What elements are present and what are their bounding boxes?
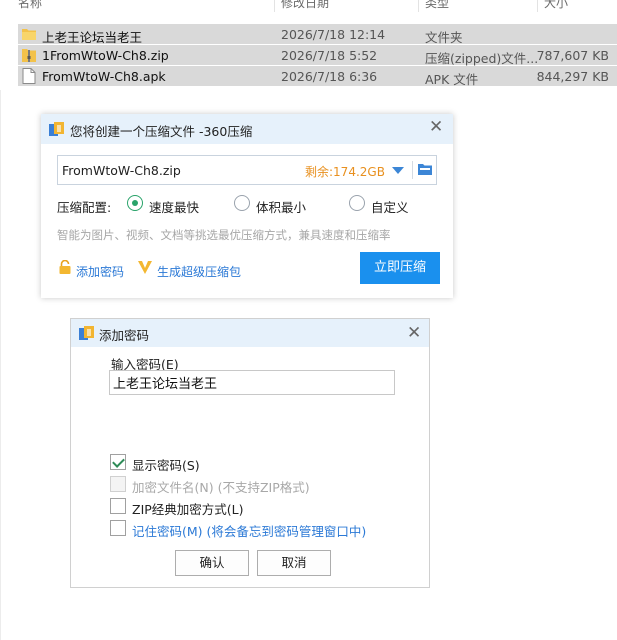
free-space-label: 剩余:174.2GB bbox=[305, 165, 385, 179]
column-header-name[interactable]: 名称 bbox=[18, 0, 42, 11]
show-password-label[interactable]: 显示密码(S) bbox=[132, 455, 200, 474]
output-filename[interactable]: FromWtoW-Ch8.zip bbox=[62, 163, 181, 178]
360zip-app-icon bbox=[79, 326, 94, 340]
zip-classic-encryption-checkbox[interactable] bbox=[110, 498, 126, 514]
column-header-date[interactable]: 修改日期 bbox=[281, 0, 329, 11]
file-icon bbox=[22, 68, 36, 84]
radio-size-smallest[interactable] bbox=[234, 195, 250, 211]
zip-classic-encryption-label[interactable]: ZIP经典加密方式(L) bbox=[132, 499, 244, 518]
browse-folder-icon[interactable] bbox=[418, 163, 432, 176]
encrypt-filenames-checkbox bbox=[110, 476, 126, 492]
column-header-size[interactable]: 大小 bbox=[544, 0, 568, 11]
folder-icon bbox=[22, 29, 36, 40]
file-row-folder[interactable]: 上老王论坛当老王 2026/7/18 12:14 文件夹 bbox=[18, 24, 617, 45]
360zip-app-icon bbox=[49, 122, 64, 136]
column-divider[interactable] bbox=[537, 0, 538, 12]
column-divider[interactable] bbox=[274, 0, 275, 12]
output-path-field[interactable]: FromWtoW-Ch8.zip 剩余:174.2GB bbox=[57, 155, 437, 185]
confirm-button[interactable]: 确认 bbox=[175, 550, 249, 576]
add-password-dialog: 添加密码 ✕ 输入密码(E) 显示密码(S) 加密文件名(N) (不支持ZIP格… bbox=[70, 318, 430, 588]
radio-speed-fastest[interactable] bbox=[127, 195, 143, 211]
file-name: FromWtoW-Ch8.apk bbox=[42, 69, 166, 84]
close-icon[interactable]: ✕ bbox=[407, 324, 421, 342]
password-dialog-title: 添加密码 bbox=[99, 328, 150, 343]
file-size: 844,297 KB bbox=[536, 69, 609, 84]
remember-password-label[interactable]: 记住密码(M) (将会备忘到密码管理窗口中) bbox=[132, 521, 366, 540]
file-date: 2026/7/18 12:14 bbox=[281, 27, 386, 42]
close-icon[interactable]: ✕ bbox=[429, 118, 443, 136]
compress-config-label: 压缩配置: bbox=[57, 200, 112, 215]
file-type: 压缩(zipped)文件... bbox=[425, 51, 539, 66]
column-header-row: 名称 修改日期 类型 大小 bbox=[0, 0, 617, 12]
radio-label-size-smallest[interactable]: 体积最小 bbox=[256, 197, 306, 216]
radio-custom[interactable] bbox=[349, 195, 365, 211]
compress-now-button[interactable]: 立即压缩 bbox=[360, 252, 440, 284]
cancel-button[interactable]: 取消 bbox=[257, 550, 331, 576]
file-name: 1FromWtoW-Ch8.zip bbox=[42, 48, 169, 63]
file-type: APK 文件 bbox=[425, 72, 479, 87]
encrypt-filenames-label: 加密文件名(N) (不支持ZIP格式) bbox=[132, 480, 310, 495]
pane-divider bbox=[0, 90, 1, 640]
super-compress-link[interactable]: 生成超级压缩包 bbox=[157, 263, 241, 280]
column-divider[interactable] bbox=[418, 0, 419, 12]
file-date: 2026/7/18 6:36 bbox=[281, 69, 378, 84]
show-password-checkbox[interactable] bbox=[110, 454, 126, 470]
compress-dialog-titlebar[interactable]: 您将创建一个压缩文件 -360压缩 ✕ bbox=[41, 114, 453, 144]
file-row-zip[interactable]: 1FromWtoW-Ch8.zip 2026/7/18 5:52 压缩(zipp… bbox=[18, 45, 617, 66]
super-compress-v-icon[interactable] bbox=[137, 259, 153, 275]
file-type: 文件夹 bbox=[425, 30, 463, 45]
lock-icon[interactable] bbox=[58, 260, 72, 274]
file-date: 2026/7/18 5:52 bbox=[281, 48, 378, 63]
zip-icon bbox=[22, 49, 36, 62]
path-divider bbox=[412, 161, 413, 179]
chevron-down-icon[interactable] bbox=[392, 167, 404, 174]
password-dialog-titlebar[interactable]: 添加密码 ✕ bbox=[71, 319, 429, 347]
compress-hint-text: 智能为图片、视频、文档等挑选最优压缩方式，兼具速度和压缩率 bbox=[57, 228, 391, 242]
remember-password-checkbox[interactable] bbox=[110, 520, 126, 536]
compress-dialog: 您将创建一个压缩文件 -360压缩 ✕ FromWtoW-Ch8.zip 剩余:… bbox=[41, 114, 453, 298]
file-name: 上老王论坛当老王 bbox=[42, 30, 143, 45]
file-list: 名称 修改日期 类型 大小 上老王论坛当老王 2026/7/18 12:14 文… bbox=[0, 0, 617, 90]
compress-dialog-title: 您将创建一个压缩文件 -360压缩 bbox=[70, 124, 253, 139]
password-input[interactable] bbox=[109, 370, 395, 395]
column-header-type[interactable]: 类型 bbox=[425, 0, 449, 11]
file-row-apk[interactable]: FromWtoW-Ch8.apk 2026/7/18 6:36 APK 文件 8… bbox=[18, 66, 617, 87]
radio-label-speed-fastest[interactable]: 速度最快 bbox=[149, 197, 199, 216]
file-size: 787,607 KB bbox=[536, 48, 609, 63]
radio-label-custom[interactable]: 自定义 bbox=[371, 197, 409, 216]
add-password-link[interactable]: 添加密码 bbox=[76, 263, 124, 280]
